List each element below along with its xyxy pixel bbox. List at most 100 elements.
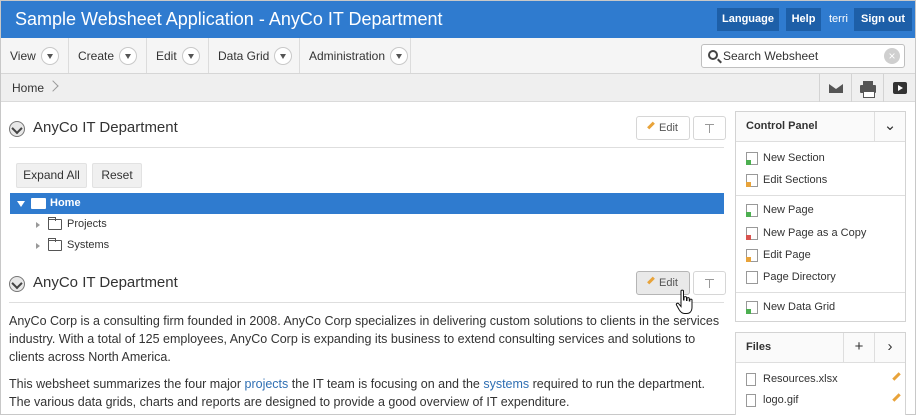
collapse-toggle-icon[interactable] [9,121,25,137]
files-panel-header: Files + › [736,333,905,363]
hand-cursor-icon [675,289,693,314]
control-panel-label: Edit Sections [763,174,828,186]
divider [9,147,724,148]
menu-create[interactable]: Create [69,38,147,73]
file-icon [746,394,756,407]
edit-label: Edit [659,122,678,134]
region-header: AnyCo IT Department Edit [9,114,726,144]
back-to-top-button[interactable] [693,116,726,140]
region-title: AnyCo IT Department [33,274,178,291]
new-data-grid-link[interactable]: New Data Grid [746,298,901,318]
new-section-icon [746,152,758,165]
breadcrumb: Home [1,74,915,102]
tree-node-systems[interactable]: Systems [10,236,310,256]
menu-bar: View Create Edit Data Grid Administratio… [1,38,915,74]
divider [736,195,905,196]
print-icon [860,81,876,98]
new-page-link[interactable]: New Page [746,201,901,221]
edit-label: Edit [659,277,678,289]
chevron-down-icon [390,46,409,65]
page-directory-link[interactable]: Page Directory [746,268,901,288]
reset-button[interactable]: Reset [92,163,142,188]
file-name: Resources.xlsx [763,373,838,385]
menu-administration-label: Administration [309,48,386,63]
edit-sections-link[interactable]: Edit Sections [746,171,901,191]
email-icon [829,84,843,93]
edit-file-icon[interactable] [892,372,901,381]
page-directory-icon [746,271,758,284]
folder-open-icon [31,198,46,209]
sign-out-button[interactable]: Sign out [854,8,912,31]
tree-node-projects[interactable]: Projects [10,215,310,235]
pencil-icon [647,276,655,285]
files-panel: Files + › Resources.xlsx logo.gif [735,332,906,415]
main-content: AnyCo IT Department Edit Expand All Rese… [1,102,729,415]
control-panel-label: Edit Page [763,249,811,261]
expand-arrow-icon[interactable] [17,201,25,207]
chevron-down-icon [274,46,293,65]
menu-edit[interactable]: Edit [147,38,209,73]
paragraph-text: This websheet summarizes the four major [9,377,245,391]
chevron-down-icon [181,46,200,65]
edit-page-link[interactable]: Edit Page [746,246,901,266]
collapse-panel-button[interactable]: ⌄ [874,112,905,141]
copy-page-icon [746,227,758,240]
control-panel-label: New Page as a Copy [763,227,867,239]
menu-data-grid[interactable]: Data Grid [209,38,300,73]
app-title: Sample Websheet Application - AnyCo IT D… [15,9,443,29]
file-name: logo.gif [763,394,799,406]
section-paragraph: This websheet summarizes the four major … [9,375,724,411]
collapsed-arrow-icon[interactable] [36,222,40,228]
clear-search-icon[interactable]: × [884,48,900,64]
presentation-button[interactable] [883,74,915,102]
search-input[interactable] [723,48,873,64]
tree-node-label: Projects [67,218,107,230]
edit-section-button[interactable]: Edit [636,116,690,140]
folder-icon [48,238,62,251]
help-button[interactable]: Help [786,8,821,31]
print-button[interactable] [851,74,883,102]
control-panel: Control Panel ⌄ New Section Edit Section… [735,111,906,322]
add-file-button[interactable]: + [843,333,874,362]
tree-node-home[interactable]: Home [10,193,724,214]
new-page-icon [746,204,758,217]
language-button[interactable]: Language [717,8,779,31]
control-panel-title: Control Panel [746,120,818,132]
user-name: terri [829,13,848,25]
file-icon [746,373,756,386]
data-grid-icon [746,301,758,314]
expand-files-button[interactable]: › [874,333,905,362]
menu-view-label: View [10,48,36,63]
systems-link[interactable]: systems [483,377,529,391]
new-page-as-copy-link[interactable]: New Page as a Copy [746,224,901,244]
collapse-toggle-icon[interactable] [9,276,25,292]
new-section-link[interactable]: New Section [746,149,901,169]
email-button[interactable] [819,74,851,102]
chevron-down-icon [40,46,59,65]
paragraph-text: the IT team is focusing on and the [288,377,484,391]
expand-all-button[interactable]: Expand All [16,163,87,188]
control-panel-header: Control Panel ⌄ [736,112,905,142]
control-panel-label: New Data Grid [763,301,836,313]
chevron-right-icon [47,80,59,92]
control-panel-label: New Page [763,204,814,216]
search-icon [708,50,718,60]
breadcrumb-home[interactable]: Home [12,81,44,95]
presentation-icon [893,82,907,94]
tree-node-label: Systems [67,239,110,251]
tree-node-label: Home [50,197,81,209]
projects-link[interactable]: projects [245,377,289,391]
app-header: Sample Websheet Application - AnyCo IT D… [1,1,915,38]
region-title: AnyCo IT Department [33,119,178,136]
edit-file-icon[interactable] [892,393,901,402]
back-to-top-button[interactable] [693,271,726,295]
menu-data-grid-label: Data Grid [218,48,270,63]
section-paragraph: AnyCo Corp is a consulting firm founded … [9,314,720,364]
collapsed-arrow-icon[interactable] [36,243,40,249]
control-panel-label: New Section [763,152,825,164]
file-item[interactable]: logo.gif [746,391,901,411]
file-item[interactable]: Resources.xlsx [746,370,901,390]
menu-view[interactable]: View [1,38,69,73]
menu-administration[interactable]: Administration [300,38,411,73]
menu-create-label: Create [78,48,115,63]
